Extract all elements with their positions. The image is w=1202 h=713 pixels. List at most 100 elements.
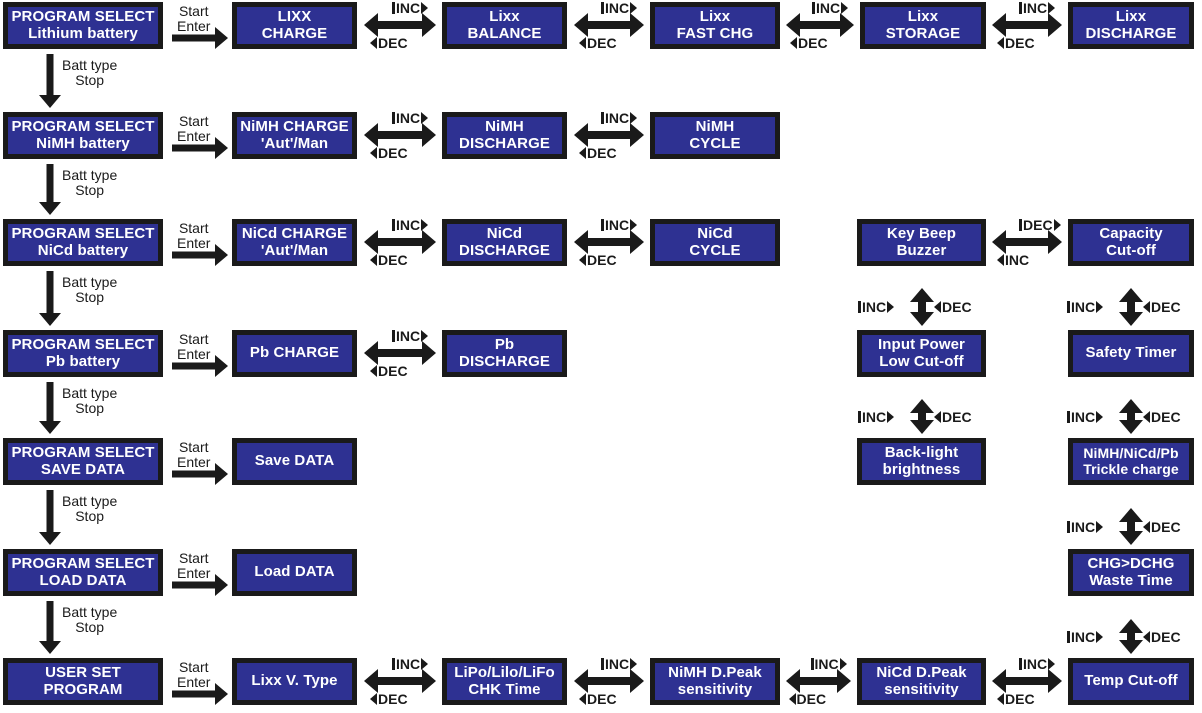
start-enter-label: Start Enter bbox=[177, 439, 210, 471]
lcd-box-pb-charge[interactable]: Pb CHARGE bbox=[232, 330, 357, 377]
lcd-box-nimh-d-peak-sensitivity[interactable]: NiMH D.Peak sensitivity bbox=[650, 658, 780, 705]
batt-type-label-line2: Stop bbox=[75, 508, 105, 525]
lcd-box-line: LiPo/Lilo/LiFo bbox=[454, 664, 555, 682]
lcd-box-lixx-charge[interactable]: LIXX CHARGE bbox=[232, 2, 357, 49]
inc-dec-bottom-label: DEC bbox=[579, 146, 617, 160]
lcd-box-lixx-storage[interactable]: Lixx STORAGE bbox=[860, 2, 986, 49]
lcd-box-nimh-cycle[interactable]: NiMH CYCLE bbox=[650, 112, 780, 159]
lcd-box-line: LIXX bbox=[277, 8, 312, 26]
start-enter-label-line1: Start bbox=[178, 3, 209, 19]
lcd-box-line: PROGRAM SELECT bbox=[11, 8, 155, 26]
lcd-box-lixx-v-type[interactable]: Lixx V. Type bbox=[232, 658, 357, 705]
arrow-label-text: DEC bbox=[1151, 299, 1181, 315]
lcd-box-line: Pb bbox=[494, 336, 515, 354]
lcd-box-save-data[interactable]: Save DATA bbox=[232, 438, 357, 485]
triangle-left-icon bbox=[370, 37, 377, 49]
lcd-box-input-power-low-cut-off[interactable]: Input Power Low Cut-off bbox=[857, 330, 986, 377]
triangle-right-icon bbox=[839, 658, 847, 670]
start-enter-label-line2: Enter bbox=[177, 235, 211, 252]
inc-dec-top-label: INC bbox=[392, 657, 429, 671]
start-enter-label: Start Enter bbox=[177, 550, 211, 582]
triangle-right-icon bbox=[630, 219, 638, 231]
arrow-tail-bar-icon bbox=[601, 219, 604, 231]
lcd-box-capacity-cut-off[interactable]: Capacity Cut-off bbox=[1068, 219, 1194, 266]
arrow-label-text: DEC bbox=[587, 691, 617, 707]
batt-type-label-line2: Stop bbox=[75, 289, 105, 306]
start-enter-label-line2: Enter bbox=[177, 674, 211, 691]
lcd-box-nimh-nicd-pb-trickle[interactable]: NiMH/NiCd/Pb Trickle charge bbox=[1068, 438, 1194, 485]
inc-dec-bottom-label: DEC bbox=[579, 692, 617, 706]
lcd-box-nicd-d-peak-sensitivity[interactable]: NiCd D.Peak sensitivity bbox=[857, 658, 986, 705]
lcd-box-nimh-discharge[interactable]: NiMH DISCHARGE bbox=[442, 112, 567, 159]
lcd-box-line: Input Power bbox=[878, 336, 965, 354]
arrow-label-text: DEC bbox=[1151, 628, 1181, 645]
lcd-box-pb-discharge[interactable]: Pb DISCHARGE bbox=[442, 330, 567, 377]
lcd-box-back-light-brightness[interactable]: Back-light brightness bbox=[857, 438, 986, 485]
batt-type-label-line1: Batt type bbox=[62, 274, 118, 290]
lcd-box-program-select-nimh[interactable]: PROGRAM SELECT NiMH battery bbox=[3, 112, 163, 159]
lcd-box-lixx-fast-chg[interactable]: Lixx FAST CHG bbox=[650, 2, 780, 49]
lcd-box-lixx-discharge[interactable]: Lixx DISCHARGE bbox=[1068, 2, 1194, 49]
lcd-box-line: DISCHARGE bbox=[1085, 24, 1177, 42]
triangle-right-icon bbox=[1048, 2, 1056, 14]
arrow-tail-bar-icon bbox=[601, 2, 604, 14]
arrow-label-text: INC bbox=[396, 110, 421, 126]
arrow-label-text: DEC bbox=[1005, 691, 1035, 707]
double-arrow-dec-inc-keybeep-capacity bbox=[992, 230, 1062, 254]
lcd-box-line: Lixx bbox=[699, 8, 731, 26]
lcd-box-line: CYCLE bbox=[689, 134, 741, 152]
arrow-tail-bar-icon bbox=[1019, 2, 1022, 14]
lcd-box-nicd-cycle[interactable]: NiCd CYCLE bbox=[650, 219, 780, 266]
inc-dec-bottom-label: DEC bbox=[370, 36, 408, 50]
inc-dec-top-label: INC bbox=[601, 657, 638, 671]
lcd-box-lixx-balance[interactable]: Lixx BALANCE bbox=[442, 2, 567, 49]
lcd-box-line: Key Beep bbox=[886, 225, 957, 243]
triangle-left-icon bbox=[370, 365, 377, 377]
lcd-box-program-select-lithium[interactable]: PROGRAM SELECT Lithium battery bbox=[3, 2, 163, 49]
lcd-box-line: PROGRAM SELECT bbox=[11, 118, 155, 136]
lcd-box-chg-dchg-waste-time[interactable]: CHG>DCHG Waste Time bbox=[1068, 549, 1194, 596]
lcd-box-line: Temp Cut-off bbox=[1084, 672, 1178, 690]
start-enter-label-line1: Start bbox=[178, 550, 209, 566]
start-enter-label: Start Enter bbox=[177, 3, 210, 35]
arrow-label-text: INC bbox=[396, 0, 421, 16]
lcd-box-program-select-save-data[interactable]: PROGRAM SELECT SAVE DATA bbox=[3, 438, 163, 485]
triangle-left-icon bbox=[370, 254, 377, 266]
lcd-box-key-beep-buzzer[interactable]: Key Beep Buzzer bbox=[857, 219, 986, 266]
lcd-box-temp-cut-off[interactable]: Temp Cut-off bbox=[1068, 658, 1194, 705]
lcd-box-program-select-pb[interactable]: PROGRAM SELECT Pb battery bbox=[3, 330, 163, 377]
triangle-left-icon bbox=[579, 693, 586, 705]
lcd-box-user-set-program[interactable]: USER SET PROGRAM bbox=[3, 658, 163, 705]
inc-dec-bottom-label: DEC bbox=[370, 692, 408, 706]
inc-dec-top-label: INC bbox=[392, 0, 429, 16]
triangle-left-icon bbox=[370, 147, 377, 159]
batt-type-label-line2: Stop bbox=[75, 400, 105, 417]
triangle-left-icon bbox=[579, 37, 586, 49]
lcd-box-nicd-charge[interactable]: NiCd CHARGE 'Aut'/Man bbox=[232, 219, 357, 266]
lcd-box-lipo-lilo-lifo-chk-time[interactable]: LiPo/Lilo/LiFo CHK Time bbox=[442, 658, 567, 705]
batt-type-arrow-batt-type-load-to-user-set bbox=[39, 601, 61, 654]
lcd-box-line: Cut-off bbox=[1106, 241, 1156, 259]
lcd-box-nimh-charge[interactable]: NiMH CHARGE 'Aut'/Man bbox=[232, 112, 357, 159]
triangle-right-icon bbox=[1053, 219, 1061, 231]
lcd-box-line: Low Cut-off bbox=[879, 352, 964, 370]
lcd-box-line: Lixx bbox=[489, 8, 520, 26]
double-arrow-inc-dec-lixx-fastchg-storage bbox=[786, 13, 854, 37]
lcd-box-line: CHK Time bbox=[468, 680, 541, 698]
inc-dec-top-label: INC bbox=[601, 218, 638, 232]
arrow-label-text: INC bbox=[814, 656, 839, 672]
start-enter-label-line2: Enter bbox=[177, 565, 211, 582]
arrow-tail-bar-icon bbox=[1019, 219, 1022, 231]
lcd-box-nicd-discharge[interactable]: NiCd DISCHARGE bbox=[442, 219, 567, 266]
lcd-box-load-data[interactable]: Load DATA bbox=[232, 549, 357, 596]
lcd-box-line: Capacity bbox=[1099, 225, 1163, 243]
lcd-box-line: NiMH/NiCd/Pb bbox=[1083, 445, 1179, 462]
lcd-box-safety-timer[interactable]: Safety Timer bbox=[1068, 330, 1194, 377]
batt-type-label-line1: Batt type bbox=[62, 57, 118, 73]
inc-dec-top-label: INC bbox=[810, 656, 847, 672]
arrow-tail-bar-icon bbox=[1067, 301, 1070, 313]
lcd-box-program-select-nicd[interactable]: PROGRAM SELECT NiCd battery bbox=[3, 219, 163, 266]
batt-type-arrow-batt-type-lithium-to-nimh bbox=[39, 54, 61, 108]
lcd-box-program-select-load-data[interactable]: PROGRAM SELECT LOAD DATA bbox=[3, 549, 163, 596]
double-arrow-inc-dec-nimh-discharge-cycle bbox=[574, 123, 644, 147]
